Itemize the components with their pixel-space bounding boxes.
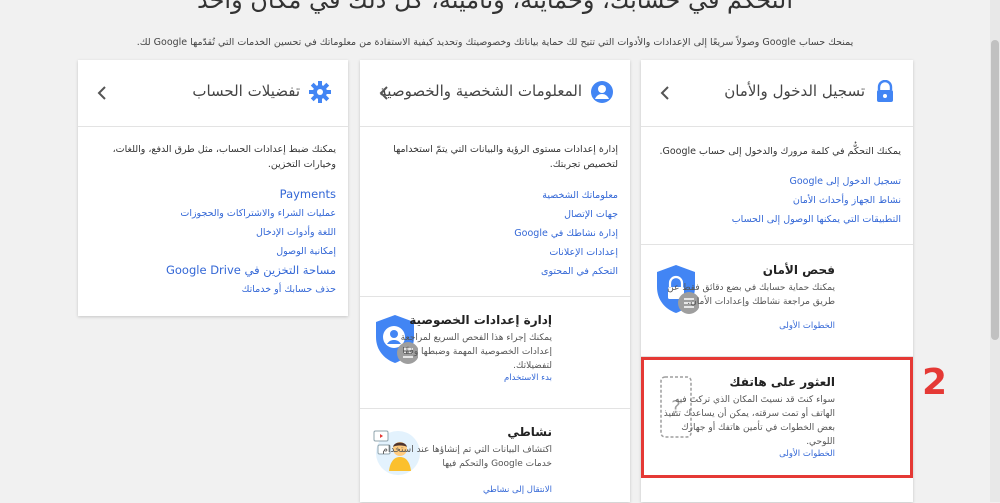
my-activity-section: نشاطي اكتشاف البيانات التي تم إنشاؤها عن…: [360, 408, 630, 503]
signin-card-header[interactable]: تسجيل الدخول والأمان: [641, 60, 913, 127]
privacy-checkup-section: إدارة إعدادات الخصوصية يمكنك إجراء هذا ا…: [360, 296, 630, 409]
personal-card-description: إدارة إعدادات مستوى الرؤية والبيانات الت…: [393, 144, 618, 170]
link-ads-settings[interactable]: إعدادات الإعلانات: [372, 243, 618, 262]
gear-icon: [309, 81, 331, 103]
prefs-card-title: تفضيلات الحساب: [192, 82, 300, 100]
annotation-number: 2: [922, 362, 948, 403]
link-accessibility[interactable]: إمكانية الوصول: [90, 242, 336, 261]
page-scrollbar[interactable]: [990, 0, 1000, 502]
link-drive-storage[interactable]: مساحة التخزين في Google Drive: [90, 261, 336, 280]
link-device-activity[interactable]: نشاط الجهاز وأحداث الأمان: [653, 191, 901, 210]
lock-icon: [877, 80, 893, 102]
prefs-links: Payments عمليات الشراء والاشتراكات والحج…: [90, 185, 336, 299]
page-subline: يمنحك حساب Google وصولاً سريعًا إلى الإع…: [136, 37, 854, 48]
link-activity-controls[interactable]: إدارة نشاطك في Google: [372, 224, 618, 243]
link-language[interactable]: اللغة وأدوات الإدخال: [90, 223, 336, 242]
security-checkup-link[interactable]: الخطوات الأولى: [779, 321, 835, 331]
personal-card-title: المعلومات الشخصية والخصوصية: [379, 82, 582, 100]
my-activity-link[interactable]: الانتقال إلى نشاطي: [483, 485, 552, 495]
privacy-checkup-title: إدارة إعدادات الخصوصية: [409, 313, 552, 327]
highlight-box: [641, 357, 913, 478]
link-purchases[interactable]: عمليات الشراء والاشتراكات والحجوزات: [90, 204, 336, 223]
link-payments[interactable]: Payments: [90, 185, 336, 204]
link-contacts[interactable]: جهات الإتصال: [372, 205, 618, 224]
scrollbar-thumb[interactable]: [991, 40, 999, 340]
my-activity-title: نشاطي: [507, 425, 552, 439]
security-checkup-section: فحص الأمان يمكنك حماية حسابك في بضع دقائ…: [641, 244, 913, 357]
account-preferences-card: تفضيلات الحساب يمكنك ضبط إعدادات الحساب،…: [78, 60, 348, 316]
signin-card-description: يمكنك التحكُّم في كلمة مرورك والدخول إلى…: [659, 146, 901, 157]
signin-links: تسجيل الدخول إلى Google نشاط الجهاز وأحد…: [653, 172, 901, 229]
personal-info-card: المعلومات الشخصية والخصوصية إدارة إعدادا…: [360, 60, 630, 502]
link-content-control[interactable]: التحكم في المحتوى: [372, 262, 618, 281]
signin-card-title: تسجيل الدخول والأمان: [724, 82, 865, 100]
chevron-left-icon[interactable]: [376, 84, 394, 102]
chevron-left-icon[interactable]: [94, 84, 112, 102]
personal-card-header[interactable]: المعلومات الشخصية والخصوصية: [360, 60, 630, 127]
page-headline: التحكم في حسابك، وحمايته، وتأمينه، كل ذل…: [196, 0, 793, 14]
prefs-card-header[interactable]: تفضيلات الحساب: [78, 60, 348, 127]
personal-links: معلوماتك الشخصية جهات الإتصال إدارة نشاط…: [372, 186, 618, 281]
link-delete-account[interactable]: حذف حسابك أو خدماتك: [90, 280, 336, 299]
my-activity-desc: اكتشاف البيانات التي تم إنشاؤها عند استخ…: [382, 445, 552, 469]
prefs-card-description: يمكنك ضبط إعدادات الحساب، مثل طرق الدفع،…: [112, 144, 336, 170]
link-signin-google[interactable]: تسجيل الدخول إلى Google: [653, 172, 901, 191]
security-checkup-title: فحص الأمان: [762, 263, 835, 277]
link-connected-apps[interactable]: التطبيقات التي يمكنها الوصول إلى الحساب: [653, 210, 901, 229]
security-checkup-desc: يمكنك حماية حسابك في بضع دقائق فقط عن طر…: [667, 283, 835, 307]
person-icon: [591, 81, 613, 103]
chevron-left-icon[interactable]: [657, 84, 675, 102]
link-personal-info[interactable]: معلوماتك الشخصية: [372, 186, 618, 205]
privacy-checkup-desc: يمكنك إجراء هذا الفحص السريع لمراجعة إعد…: [400, 333, 552, 371]
privacy-checkup-link[interactable]: بدء الاستخدام: [504, 373, 552, 383]
